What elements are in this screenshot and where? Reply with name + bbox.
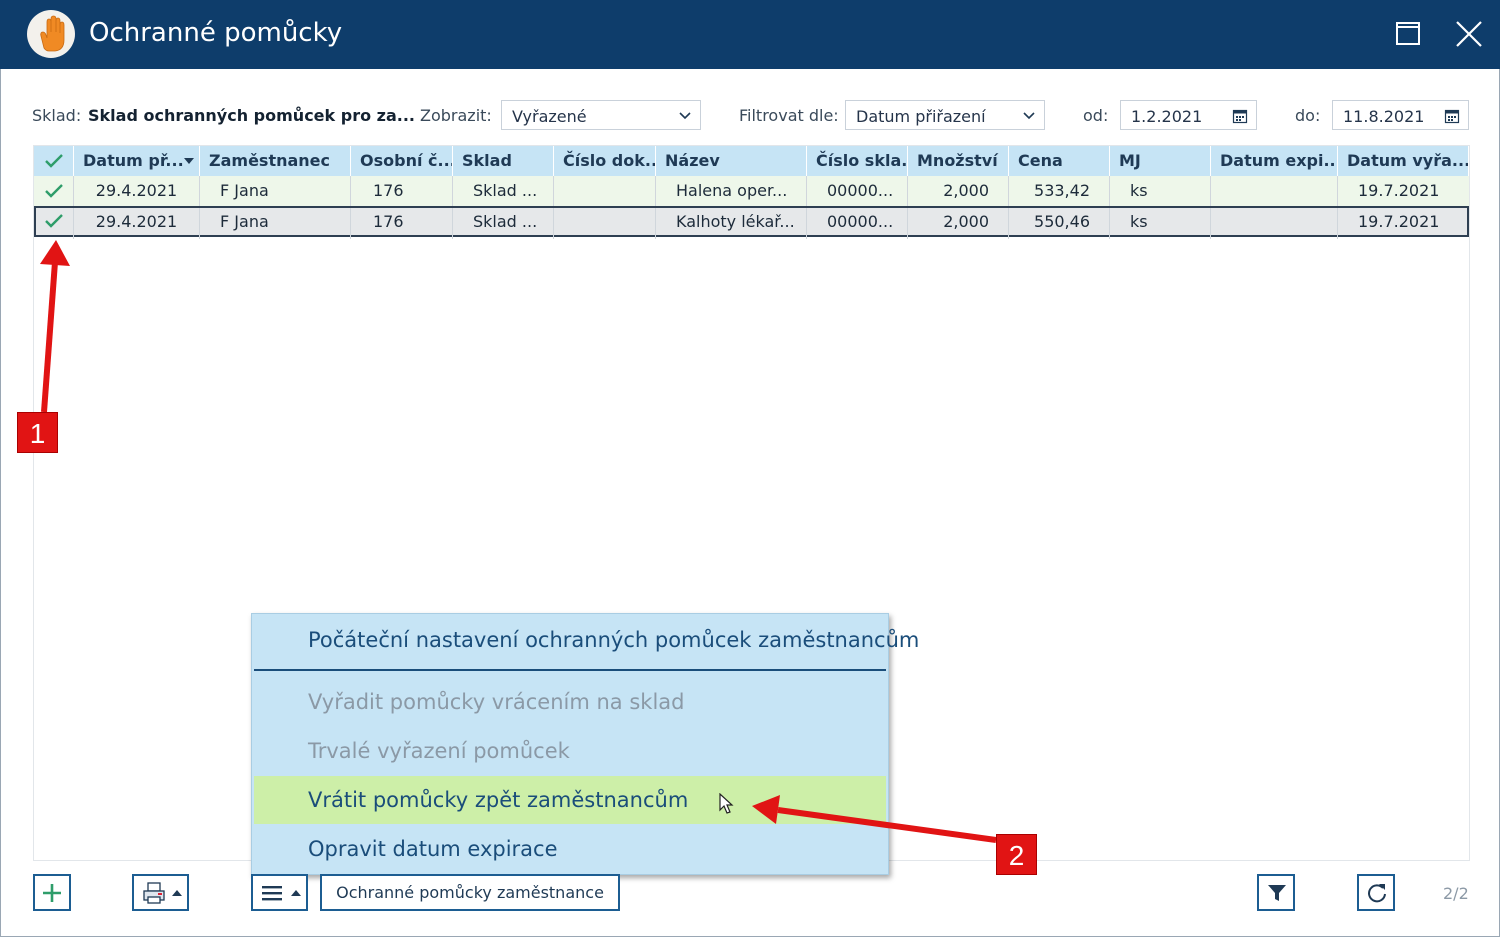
annotation-arrows xyxy=(40,240,997,843)
annotation-badge-2: 2 xyxy=(996,834,1037,875)
annotation-badge-1: 1 xyxy=(17,412,58,453)
